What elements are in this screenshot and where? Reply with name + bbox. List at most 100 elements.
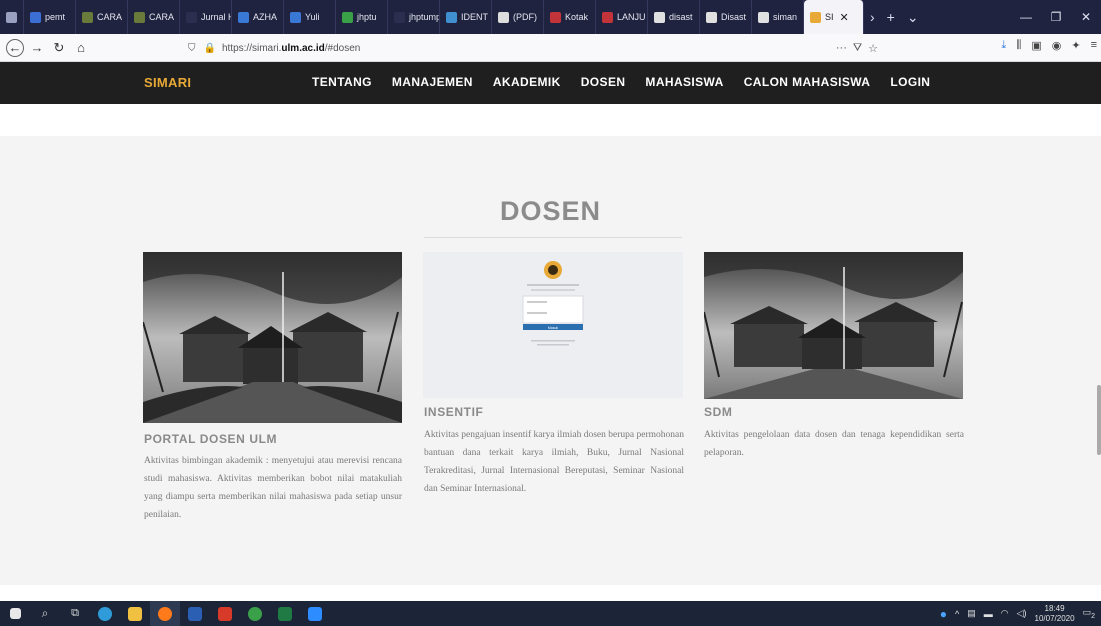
forward-button[interactable]: → (28, 39, 46, 57)
browser-tab[interactable]: Kotak (544, 0, 596, 34)
file-explorer-icon[interactable] (120, 601, 150, 626)
browser-tab[interactable]: Jurnal Has (180, 0, 232, 34)
card-text-portal-dosen: Aktivitas bimbingan akademik : menyetuju… (144, 456, 402, 520)
back-button[interactable]: ← (6, 38, 24, 57)
firefox-icon[interactable] (150, 601, 180, 626)
tab-label: CARA (149, 12, 175, 22)
tab-label: Jurnal Has (201, 12, 231, 22)
download-icon[interactable]: ⤓ (1001, 39, 1006, 52)
network-app-icon[interactable]: ▤ (967, 608, 976, 619)
help-icon[interactable]: ● (940, 607, 947, 621)
library-icon[interactable]: ⫼ (1016, 39, 1021, 52)
tab-favicon-icon (186, 11, 197, 23)
tab-label: jhptu (357, 12, 377, 22)
browser-tab[interactable]: IDENT (440, 0, 492, 34)
search-icon[interactable]: ⌕ (30, 601, 60, 626)
tab-label: Disast (721, 12, 747, 22)
notification-center-icon[interactable]: ▭2 (1083, 607, 1095, 620)
home-button[interactable]: ⌂ (72, 39, 90, 57)
lock-icon[interactable]: 🔒 (204, 43, 216, 54)
section-title: DOSEN (499, 196, 602, 226)
browser-tab[interactable] (0, 0, 24, 34)
tab-favicon-icon (758, 11, 769, 23)
page-scrollbar[interactable] (1097, 385, 1101, 455)
browser-tab[interactable]: CARA (76, 0, 128, 34)
zoom-icon[interactable] (300, 601, 330, 626)
insentif-image[interactable]: Masuk (423, 252, 683, 398)
menu-item-mahasiswa[interactable]: MAHASISWA (645, 75, 723, 89)
card-title-portal-dosen[interactable]: PORTAL DOSEN ULM (144, 432, 277, 446)
windows-taskbar: ⌕ ⧉ ● ^ ▤ ▬ ◠ ◁) 18:49 10/07/2020 ▭2 (0, 601, 1101, 626)
menu-item-calon-mahasiswa[interactable]: CALON MAHASISWA (744, 75, 871, 89)
battery-icon[interactable]: ▬ (984, 609, 993, 619)
tab-label: Kotak (565, 12, 589, 22)
browser-tab[interactable]: AZHA (232, 0, 284, 34)
browser-tab[interactable]: (PDF) (492, 0, 544, 34)
tab-favicon-icon (706, 11, 717, 23)
url-suffix: /#dosen (324, 42, 361, 54)
tab-overflow-icon[interactable]: › (864, 9, 881, 25)
browser-tab[interactable]: Disast (700, 0, 752, 34)
menu-icon[interactable]: ≡ (1091, 39, 1097, 52)
chat-app-icon[interactable] (240, 601, 270, 626)
browser-tab[interactable]: Yuli (284, 0, 336, 34)
account-icon[interactable]: ◉ (1052, 39, 1062, 52)
tab-label: CARA (97, 12, 123, 22)
reload-button[interactable]: ↻ (50, 39, 68, 57)
menu-item-dosen[interactable]: DOSEN (581, 75, 626, 89)
browser-tab[interactable]: jhptump- (388, 0, 440, 34)
clock[interactable]: 18:49 10/07/2020 (1035, 604, 1075, 624)
sdm-image[interactable] (704, 252, 963, 399)
tab-label: SI (825, 12, 834, 22)
restore-button[interactable]: ❐ (1041, 10, 1071, 24)
menu-item-akademik[interactable]: AKADEMIK (493, 75, 561, 89)
card-title-insentif[interactable]: INSENTIF (424, 405, 483, 419)
notification-count: 2 (1091, 612, 1095, 620)
address-bar[interactable]: ⛉ 🔒 https://simari. ulm.ac.id/#dosen ··· … (188, 37, 878, 59)
edge-icon[interactable] (90, 601, 120, 626)
extensions-icon[interactable]: ✦ (1071, 39, 1080, 52)
volume-icon[interactable]: ◁) (1017, 608, 1027, 619)
browser-tab[interactable]: SI ✕ (804, 0, 864, 34)
tab-label: IDENT (461, 12, 488, 22)
browser-tab[interactable]: jhptu (336, 0, 388, 34)
excel-icon[interactable] (270, 601, 300, 626)
browser-tab[interactable]: disast (648, 0, 700, 34)
close-tab-icon[interactable]: ✕ (840, 11, 849, 24)
site-brand-logo[interactable]: SIMARI (144, 75, 191, 90)
browser-tab[interactable]: siman (752, 0, 804, 34)
windows-start-icon[interactable] (0, 601, 30, 626)
tab-favicon-icon (82, 11, 93, 23)
browser-toolbar: ⤓ ⫼ ▣ ◉ ✦ ≡ (1001, 39, 1097, 52)
browser-tab[interactable]: pemt (24, 0, 76, 34)
close-window-button[interactable]: ✕ (1071, 10, 1101, 24)
tab-favicon-icon (446, 11, 457, 23)
tab-list-dropdown-icon[interactable]: ⌄ (901, 9, 925, 26)
card-title-sdm[interactable]: SDM (704, 405, 732, 419)
new-tab-button[interactable]: + (881, 9, 901, 25)
menu-item-manajemen[interactable]: MANAJEMEN (392, 75, 473, 89)
tray-expand-icon[interactable]: ^ (955, 609, 959, 619)
browser-tab[interactable]: CARA (128, 0, 180, 34)
sidebar-icon[interactable]: ▣ (1031, 39, 1041, 52)
task-view-icon[interactable]: ⧉ (60, 601, 90, 626)
menu-item-tentang[interactable]: TENTANG (312, 75, 372, 89)
section-divider (424, 237, 682, 238)
pocket-icon[interactable]: ⛛ (853, 42, 862, 55)
menu-item-login[interactable]: LOGIN (890, 75, 930, 89)
header-spacer (0, 104, 1101, 136)
acrobat-icon[interactable] (210, 601, 240, 626)
tab-label: disast (669, 12, 693, 22)
page-actions-icon[interactable]: ··· (836, 42, 847, 55)
tab-label: LANJU (617, 12, 646, 22)
tab-favicon-icon (290, 11, 301, 23)
tab-favicon-icon (342, 11, 353, 23)
shield-icon[interactable]: ⛉ (188, 43, 196, 54)
portal-dosen-image[interactable] (143, 252, 402, 423)
minimize-button[interactable]: — (1011, 10, 1041, 24)
tab-label: Yuli (305, 12, 320, 22)
word-icon[interactable] (180, 601, 210, 626)
wifi-icon[interactable]: ◠ (1001, 608, 1009, 619)
bookmark-star-icon[interactable]: ☆ (868, 42, 878, 55)
browser-tab[interactable]: LANJU (596, 0, 648, 34)
